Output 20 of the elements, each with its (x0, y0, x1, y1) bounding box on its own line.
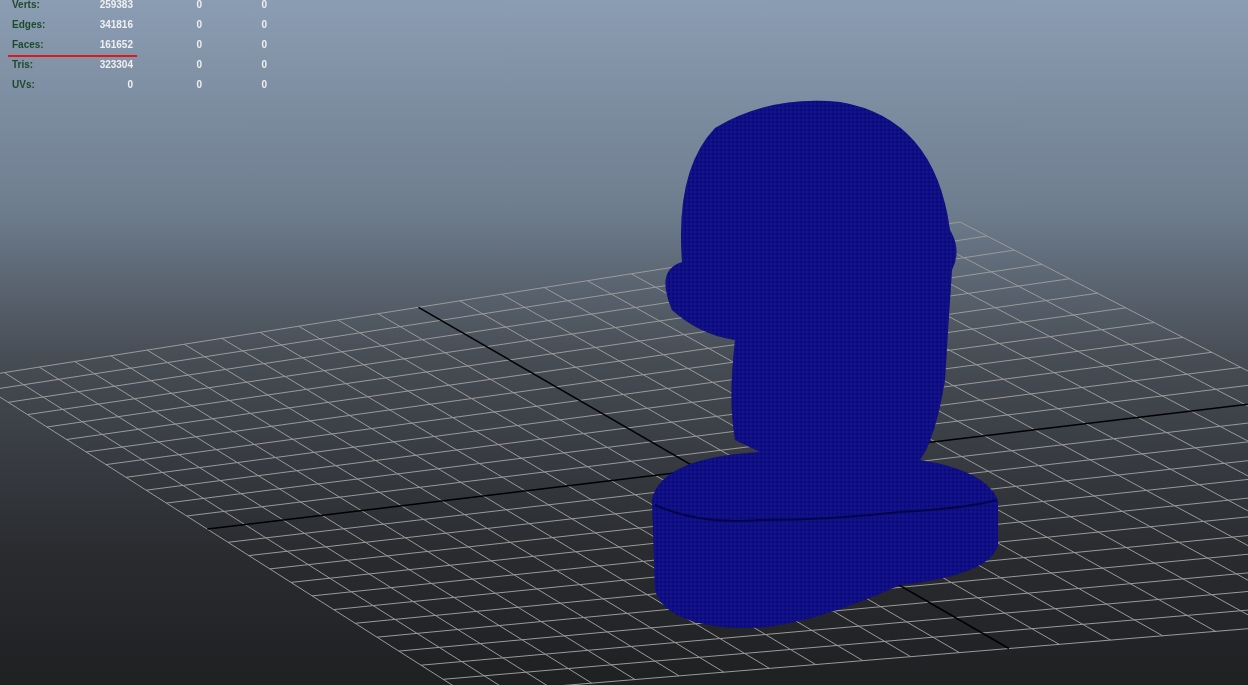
stat-value: 0 (126, 78, 133, 90)
stat-value: 0 (260, 38, 267, 50)
stat-value: 341816 (98, 18, 133, 30)
stat-value: 0 (260, 18, 267, 30)
stat-value: 259383 (98, 0, 133, 10)
stat-value: 161652 (98, 38, 133, 50)
stat-value: 0 (195, 38, 202, 50)
stat-value: 0 (195, 0, 202, 10)
stat-value: 0 (260, 78, 267, 90)
stat-value: 323304 (98, 58, 133, 70)
stat-label: Faces: (12, 38, 45, 50)
stat-label: Tris: (12, 58, 35, 70)
stat-value: 0 (195, 58, 202, 70)
stat-value: 0 (195, 18, 202, 30)
stat-label: UVs: (12, 78, 36, 90)
stat-value: 0 (260, 58, 267, 70)
stat-value: 0 (260, 0, 267, 10)
stat-label: Verts: (12, 0, 41, 10)
stat-value: 0 (195, 78, 202, 90)
stat-label: Edges: (12, 18, 47, 30)
